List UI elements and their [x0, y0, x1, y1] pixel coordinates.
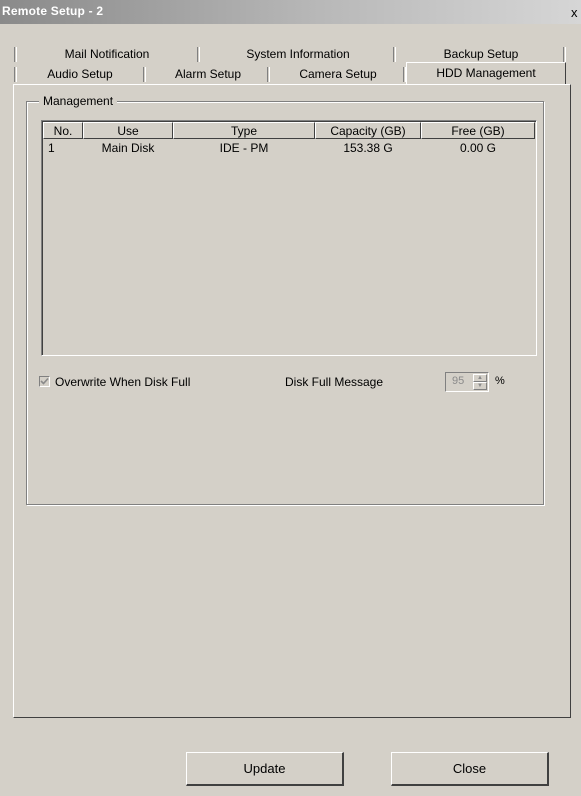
- tab-backup-setup[interactable]: Backup Setup: [396, 44, 566, 64]
- tab-label: Audio Setup: [47, 67, 113, 81]
- update-button[interactable]: Update: [186, 752, 344, 786]
- overwrite-checkbox[interactable]: [39, 376, 50, 387]
- cell-no: 1: [48, 141, 55, 155]
- cell-capacity: 153.38 G: [343, 141, 393, 155]
- disk-full-message-spinner[interactable]: 95 ▲ ▼: [445, 372, 489, 392]
- column-header-capacity[interactable]: Capacity (GB): [315, 122, 421, 139]
- spin-up-icon[interactable]: ▲: [473, 374, 487, 382]
- tab-label: Camera Setup: [299, 67, 377, 81]
- remote-setup-window: Remote Setup - 2 x Mail Notification Sys…: [0, 0, 581, 796]
- tab-label: System Information: [246, 47, 350, 61]
- percent-sign: %: [495, 375, 505, 387]
- disk-options: Overwrite When Disk Full Disk Full Messa…: [27, 372, 545, 394]
- column-header-free[interactable]: Free (GB): [421, 122, 535, 139]
- tab-label: Mail Notification: [64, 47, 150, 61]
- window-title: Remote Setup - 2: [2, 4, 104, 18]
- tab-mail-notification[interactable]: Mail Notification: [14, 44, 200, 64]
- spin-down-icon[interactable]: ▼: [473, 382, 487, 390]
- management-group-label: Management: [39, 94, 118, 108]
- tab-label: HDD Management: [436, 66, 536, 80]
- tab-row-back: Mail Notification System Information Bac…: [14, 44, 570, 64]
- cell-free: 0.00 G: [459, 141, 497, 155]
- tab-camera-setup[interactable]: Camera Setup: [270, 64, 406, 84]
- tab-row-front: Audio Setup Alarm Setup Camera Setup HDD…: [14, 62, 570, 84]
- overwrite-label: Overwrite When Disk Full: [55, 375, 191, 389]
- close-button[interactable]: Close: [391, 752, 549, 786]
- close-window-icon[interactable]: x: [571, 6, 581, 20]
- column-header-type[interactable]: Type: [173, 122, 315, 139]
- column-header-use[interactable]: Use: [83, 122, 173, 139]
- table-row[interactable]: 1 Main Disk IDE - PM 153.38 G 0.00 G: [43, 140, 537, 156]
- disk-list-header: No. Use Type Capacity (GB) Free (GB): [43, 122, 537, 140]
- tab-system-information[interactable]: System Information: [200, 44, 396, 64]
- disk-list[interactable]: No. Use Type Capacity (GB) Free (GB) 1 M…: [41, 120, 537, 356]
- spinner-buttons: ▲ ▼: [473, 374, 487, 390]
- management-group: Management No. Use Type Capacity (GB) Fr…: [26, 94, 545, 505]
- tab-hdd-management[interactable]: HDD Management: [406, 62, 566, 84]
- tab-alarm-setup[interactable]: Alarm Setup: [146, 64, 270, 84]
- cell-type: IDE - PM: [219, 141, 269, 155]
- tab-label: Alarm Setup: [174, 67, 242, 81]
- title-bar[interactable]: Remote Setup - 2 x: [0, 0, 581, 24]
- cell-use: Main Disk: [101, 141, 155, 155]
- hdd-management-panel: Management No. Use Type Capacity (GB) Fr…: [13, 84, 571, 718]
- column-header-no[interactable]: No.: [43, 122, 83, 139]
- tab-label: Backup Setup: [443, 47, 519, 61]
- tab-audio-setup[interactable]: Audio Setup: [14, 64, 146, 84]
- spinner-value: 95: [452, 375, 465, 387]
- checkmark-icon: [40, 377, 49, 385]
- disk-full-message-label: Disk Full Message: [285, 375, 384, 389]
